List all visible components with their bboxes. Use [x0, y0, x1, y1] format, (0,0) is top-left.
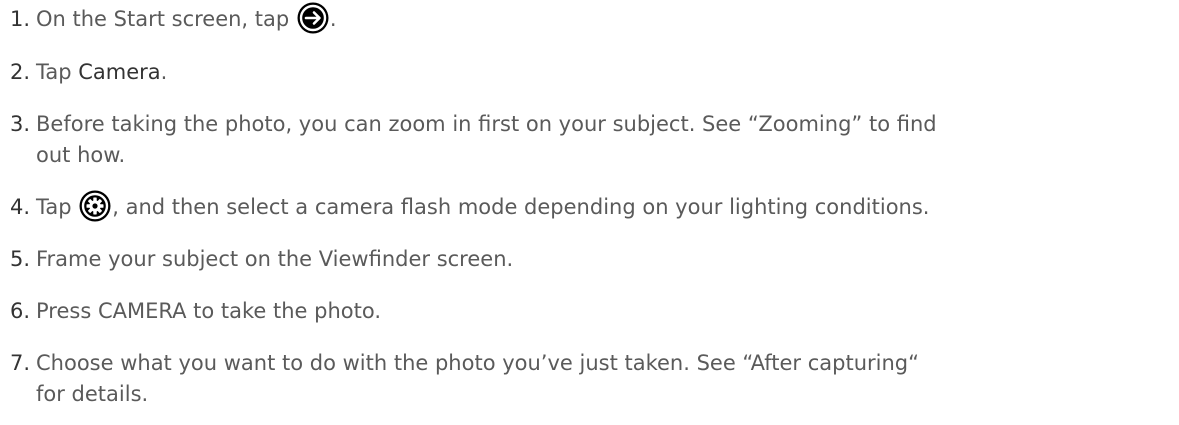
instruction-document: 1. On the Start screen, tap . 2. Tap Camer… [0, 0, 1179, 425]
step-text-end: . [329, 7, 337, 31]
step-5: 5. Frame your subject on the Viewfinder s… [10, 242, 1170, 276]
step-1: 1. On the Start screen, tap . [10, 2, 1170, 36]
step-number: 7. [10, 351, 31, 375]
step-7-continuation: for details. [36, 382, 149, 406]
step-text: Before taking the photo, you can zoom in… [36, 112, 937, 136]
step-7: 7. Choose what you want to do with the ph… [10, 346, 1170, 380]
step-text: Frame your subject on the Viewfinder scr… [36, 247, 514, 271]
step-number: 5. [10, 247, 31, 271]
step-text: Press CAMERA to take the photo. [36, 299, 382, 323]
step-4: 4. Tap , and then select a camera flash m… [10, 190, 1170, 224]
step-text-end: . [160, 60, 168, 84]
camera-app-label: Camera [78, 60, 161, 84]
step-number: 4. [10, 195, 31, 219]
step-number: 1. [10, 7, 31, 31]
step-text: Choose what you want to do with the phot… [36, 351, 919, 375]
step-3: 3. Before taking the photo, you can zoom … [10, 107, 1170, 141]
step-text: Tap [36, 60, 79, 84]
arrow-right-circle-icon [297, 2, 329, 34]
step-text: Tap [36, 195, 79, 219]
step-number: 2. [10, 60, 31, 84]
step-2: 2. Tap Camera. [10, 55, 1170, 89]
settings-gear-icon [79, 190, 111, 222]
step-number: 6. [10, 299, 31, 323]
step-3-continuation: out how. [36, 143, 126, 167]
step-text-end: , and then select a camera flash mode de… [112, 195, 930, 219]
step-6: 6. Press CAMERA to take the photo. [10, 294, 1170, 328]
step-number: 3. [10, 112, 31, 136]
step-text: On the Start screen, tap [36, 7, 296, 31]
